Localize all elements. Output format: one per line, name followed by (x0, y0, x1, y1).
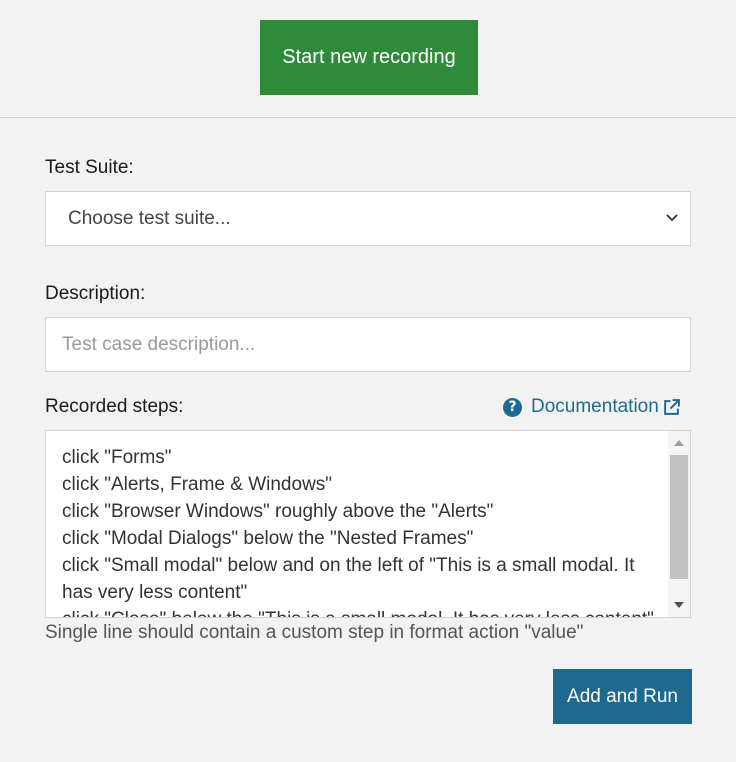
steps-scrollbar[interactable] (668, 431, 690, 617)
description-label: Description: (45, 283, 146, 304)
external-link-icon (663, 398, 680, 415)
top-bar: Start new recording (0, 0, 736, 118)
start-new-recording-button[interactable]: Start new recording (260, 20, 478, 95)
documentation-link[interactable]: ? Documentation (503, 396, 680, 418)
chevron-down-icon (666, 214, 678, 222)
recorded-steps-textarea[interactable]: click "Forms" click "Alerts, Frame & Win… (45, 430, 691, 618)
add-and-run-button[interactable]: Add and Run (553, 669, 692, 724)
question-circle-icon: ? (503, 397, 522, 417)
description-input[interactable] (45, 317, 691, 372)
step-line: click "Small modal" below and on the lef… (62, 555, 635, 576)
step-line: click "Forms" (62, 447, 172, 468)
scroll-up-arrow-icon[interactable] (673, 439, 685, 447)
recorded-steps-content: click "Forms" click "Alerts, Frame & Win… (62, 444, 662, 617)
scroll-thumb[interactable] (670, 455, 688, 579)
steps-format-hint: Single line should contain a custom step… (45, 622, 584, 643)
step-line: click "Close" below the "This is a small… (62, 606, 662, 617)
documentation-link-label: Documentation (531, 396, 659, 417)
scroll-down-arrow-icon[interactable] (673, 601, 685, 609)
step-line: click "Browser Windows" roughly above th… (62, 501, 494, 522)
test-suite-selected-value: Choose test suite... (68, 208, 231, 229)
step-line: has very less content" (62, 582, 248, 603)
recorded-steps-label: Recorded steps: (45, 396, 184, 417)
step-line: click "Alerts, Frame & Windows" (62, 474, 333, 495)
test-suite-label: Test Suite: (45, 157, 134, 178)
step-line: click "Modal Dialogs" below the "Nested … (62, 528, 474, 549)
test-suite-select[interactable]: Choose test suite... (45, 191, 691, 246)
